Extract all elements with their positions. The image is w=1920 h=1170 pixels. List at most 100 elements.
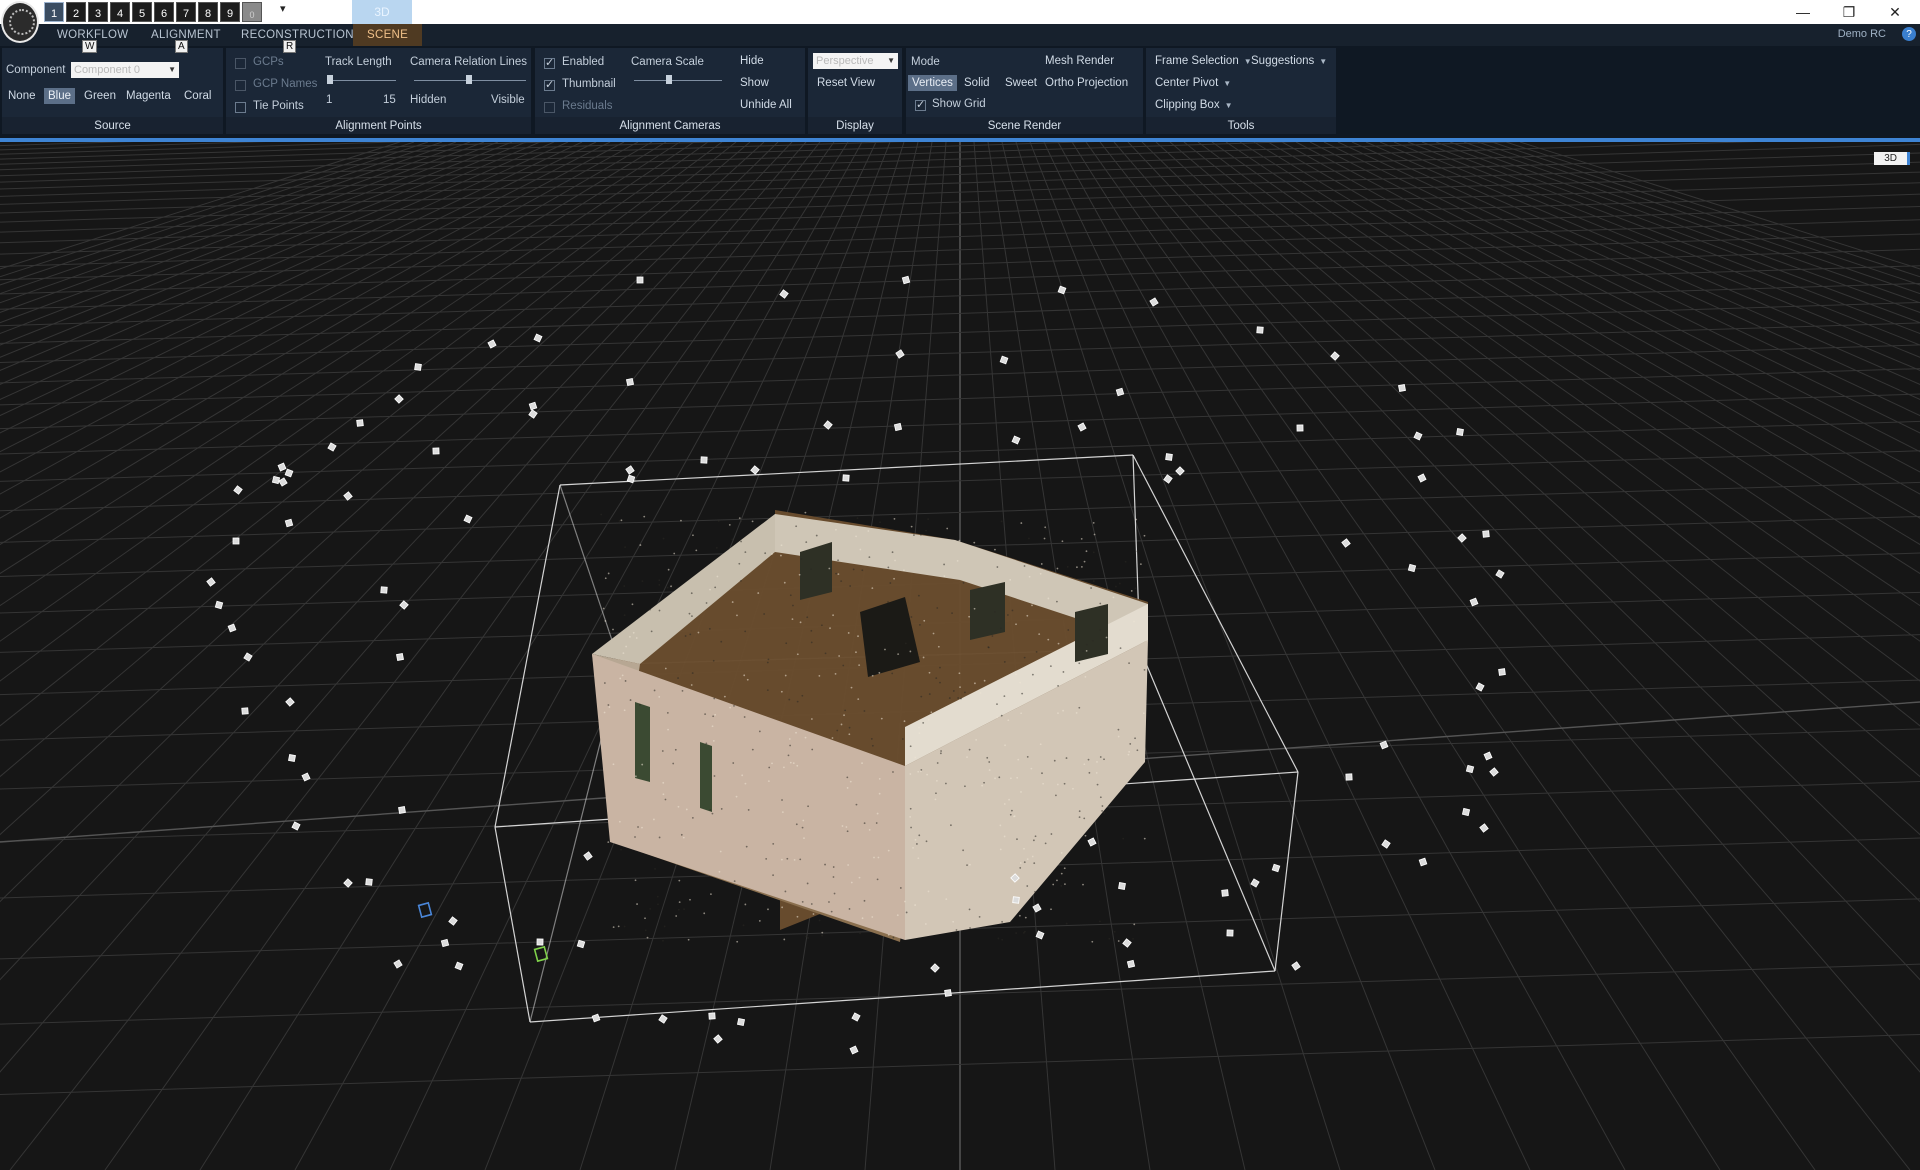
layout-button-5[interactable]: 5 (132, 2, 152, 22)
camera-marker (850, 1046, 858, 1054)
show-camera-button[interactable]: Show (736, 75, 773, 91)
camera-marker (1000, 356, 1008, 364)
layout-button-3[interactable]: 3 (88, 2, 108, 22)
component-dropdown[interactable]: Component 0 ▼ (71, 62, 179, 78)
track-length-min: 1 (326, 94, 332, 106)
color-blue-button[interactable]: Blue (44, 88, 75, 104)
camera-marker (1462, 808, 1469, 815)
color-green-button[interactable]: Green (80, 88, 120, 104)
thumbnail-label: Thumbnail (562, 78, 616, 90)
view-tab-3d[interactable]: 3D (352, 0, 412, 24)
gcps-checkbox[interactable] (235, 58, 246, 69)
alignment-cameras-group-label: Alignment Cameras (535, 117, 805, 134)
layout-button-1[interactable]: 1 (44, 2, 64, 22)
enabled-checkbox[interactable] (544, 58, 555, 69)
tools-group-label: Tools (1146, 117, 1336, 134)
frame-selection-button[interactable]: Frame Selection ▼ (1151, 53, 1256, 69)
point-cloud-model[interactable] (592, 510, 1148, 943)
camera-marker (1470, 598, 1478, 606)
color-magenta-button[interactable]: Magenta (122, 88, 175, 104)
thumbnail-checkbox[interactable] (544, 80, 555, 91)
layout-button-7[interactable]: 7 (176, 2, 196, 22)
layout-button-9[interactable]: 9 (220, 2, 240, 22)
mode-label: Mode (911, 56, 940, 68)
center-pivot-button[interactable]: Center Pivot ▼ (1151, 75, 1235, 91)
camera-marker (701, 457, 707, 463)
keytip-workflow: W (82, 40, 97, 53)
camera-relation-hidden: Hidden (410, 94, 446, 106)
quick-access-dropdown-icon[interactable]: ▾ (280, 2, 286, 15)
layout-button-0[interactable]: 0 (242, 2, 262, 22)
account-label[interactable]: Demo RC (1838, 28, 1886, 40)
track-length-slider[interactable] (328, 80, 396, 81)
camera-marker (1483, 531, 1490, 538)
camera-marker (399, 807, 406, 814)
layout-button-4[interactable]: 4 (110, 2, 130, 22)
gcp-names-checkbox[interactable] (235, 80, 246, 91)
camera-marker (1466, 765, 1473, 772)
camera-marker (215, 601, 222, 608)
clipping-box-button[interactable]: Clipping Box ▼ (1151, 97, 1237, 113)
camera-scale-slider[interactable] (634, 80, 722, 81)
scene-canvas[interactable] (0, 142, 1920, 1170)
origin-camera-marker (535, 947, 548, 961)
mode-solid-button[interactable]: Solid (960, 75, 994, 91)
camera-marker (455, 962, 463, 970)
ortho-projection-button[interactable]: Ortho Projection (1041, 75, 1132, 91)
camera-marker (286, 698, 294, 706)
residuals-checkbox[interactable] (544, 102, 555, 113)
projection-dropdown[interactable]: Perspective ▼ (813, 53, 898, 69)
close-button[interactable]: ✕ (1872, 0, 1918, 24)
camera-marker (441, 939, 448, 946)
camera-marker (449, 917, 457, 925)
clipping-box-edge (560, 485, 620, 664)
app-logo-icon[interactable] (1, 1, 39, 43)
camera-marker (894, 423, 901, 430)
camera-marker (1458, 534, 1466, 542)
mesh-render-button[interactable]: Mesh Render (1041, 53, 1118, 69)
camera-marker (1119, 883, 1126, 890)
source-group: Component Component 0 ▼ None Blue Green M… (2, 48, 223, 134)
minimize-button[interactable]: — (1780, 0, 1826, 24)
camera-marker (1036, 931, 1044, 939)
layout-button-8[interactable]: 8 (198, 2, 218, 22)
camera-marker (902, 276, 909, 283)
color-coral-button[interactable]: Coral (180, 88, 215, 104)
camera-marker (1123, 939, 1131, 947)
camera-marker (1476, 683, 1484, 691)
camera-marker (415, 364, 422, 371)
restore-button[interactable]: ❐ (1826, 0, 1872, 24)
camera-marker (1419, 858, 1427, 866)
camera-marker (396, 653, 403, 660)
camera-scale-slider-thumb[interactable] (666, 75, 672, 84)
layout-button-2[interactable]: 2 (66, 2, 86, 22)
camera-marker (344, 879, 352, 887)
camera-marker (1382, 840, 1390, 848)
mode-sweet-button[interactable]: Sweet (1001, 75, 1041, 91)
camera-marker (433, 448, 439, 454)
tie-points-checkbox[interactable] (235, 102, 246, 113)
camera-marker (234, 486, 242, 494)
show-grid-checkbox[interactable] (915, 100, 926, 111)
reset-view-button[interactable]: Reset View (813, 75, 879, 91)
mode-vertices-button[interactable]: Vertices (908, 75, 957, 91)
gcp-names-label: GCP Names (253, 78, 317, 90)
color-none-button[interactable]: None (4, 88, 40, 104)
layout-button-6[interactable]: 6 (154, 2, 174, 22)
camera-marker (278, 463, 286, 471)
camera-marker (1116, 388, 1123, 395)
track-length-slider-thumb[interactable] (327, 75, 333, 84)
hide-camera-button[interactable]: Hide (736, 53, 768, 69)
show-grid-label: Show Grid (932, 98, 986, 110)
camera-marker (395, 395, 403, 403)
help-icon[interactable]: ? (1902, 27, 1916, 41)
suggestions-button[interactable]: Suggestions ▼ (1247, 53, 1331, 69)
tab-scene[interactable]: SCENE (353, 24, 422, 46)
chevron-down-icon: ▼ (887, 53, 895, 69)
display-group-label: Display (808, 117, 902, 134)
3d-viewport[interactable]: 3D (0, 142, 1920, 1170)
camera-relation-slider-thumb[interactable] (466, 75, 472, 84)
tab-reconstruction[interactable]: RECONSTRUCTION (241, 24, 354, 46)
unhide-all-button[interactable]: Unhide All (736, 97, 796, 113)
display-group: Perspective ▼ Reset View Display (808, 48, 902, 134)
